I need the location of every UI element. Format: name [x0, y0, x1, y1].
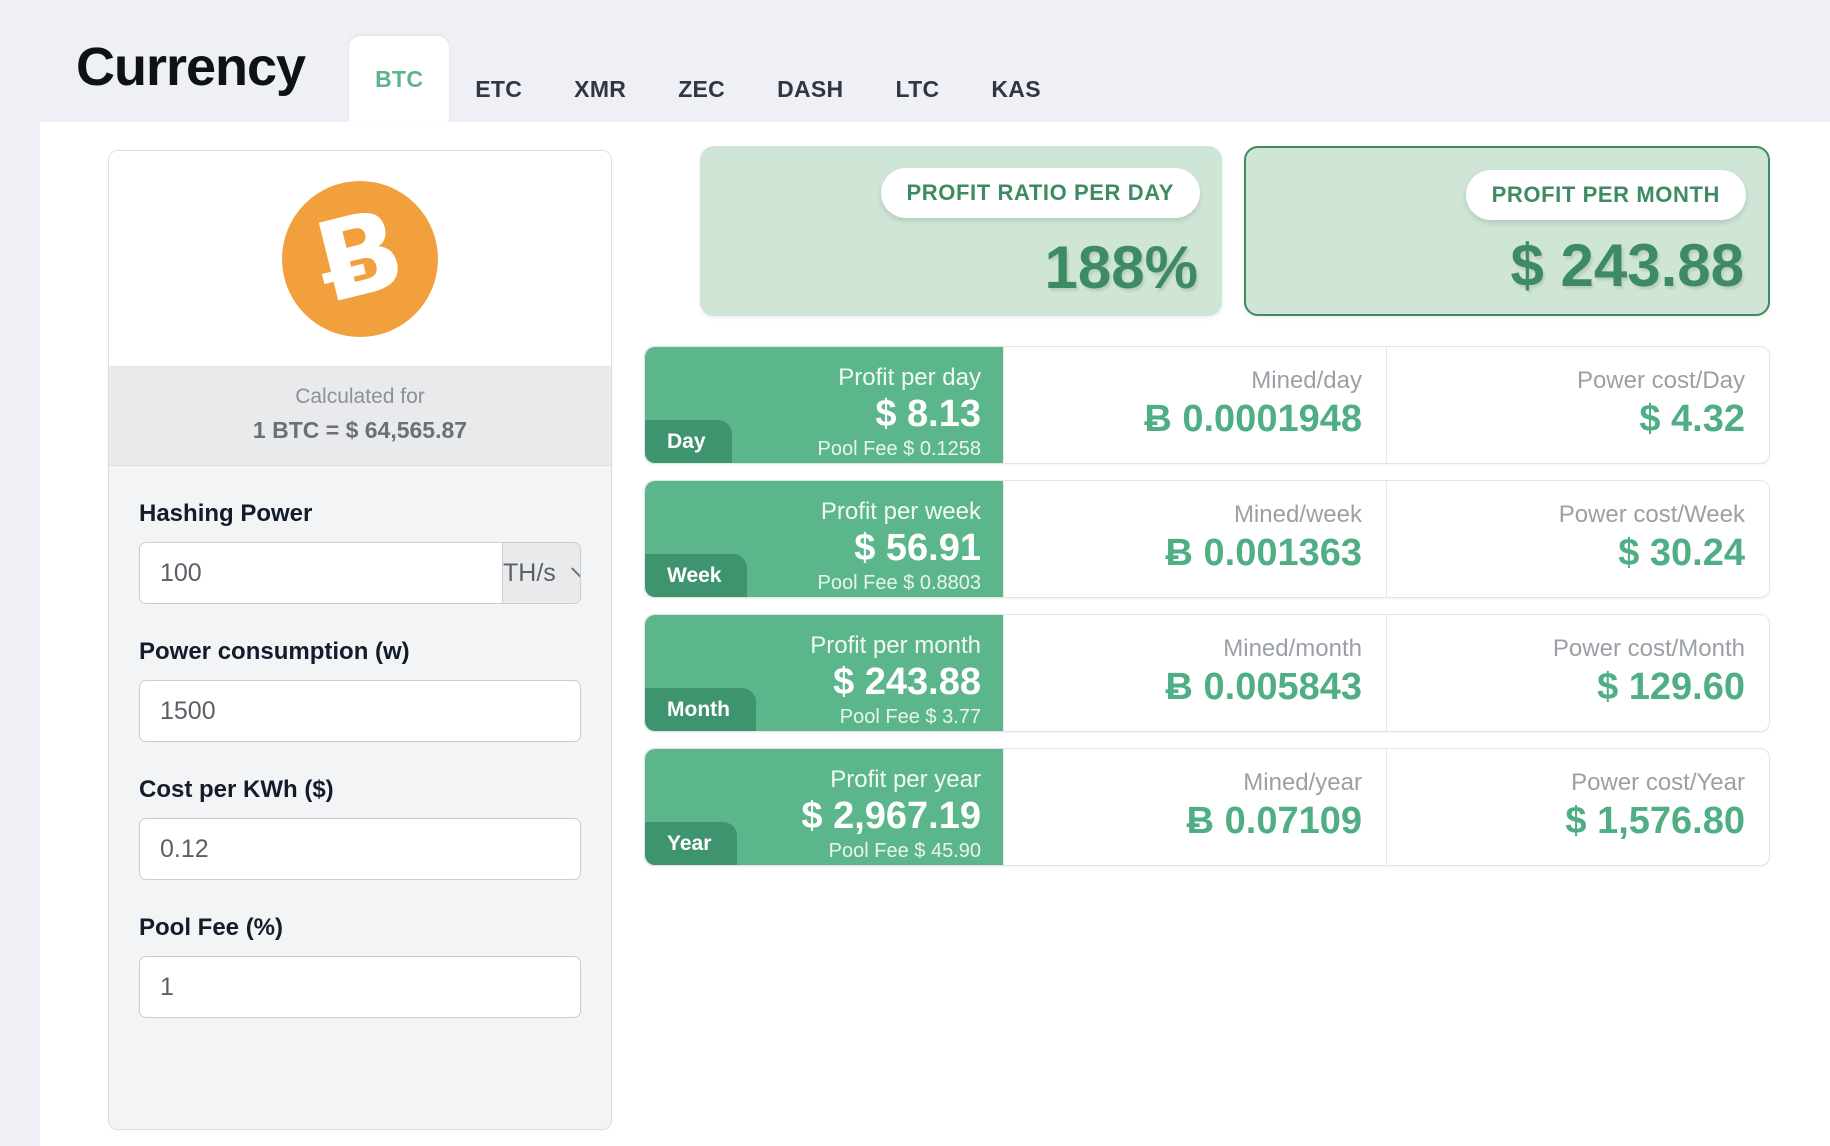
calculator-form: Hashing Power TH/s Power consumption (w) [109, 466, 611, 1018]
row-power-label: Power cost/Day [1576, 367, 1745, 394]
row-profit-label: Profit per year [830, 766, 981, 793]
currency-tab-list: BTC ETC XMR ZEC DASH LTC KAS [349, 0, 1067, 122]
calculated-for-block: Calculated for 1 BTC = $ 64,565.87 [109, 367, 611, 466]
tab-ltc[interactable]: LTC [869, 56, 965, 122]
row-profit-cell: Profit per month $ 243.88 Pool Fee $ 3.7… [645, 615, 1003, 731]
row-profit-label: Profit per month [810, 632, 981, 659]
tab-dash[interactable]: DASH [751, 56, 869, 122]
field-cost-per-kwh: Cost per KWh ($) [139, 776, 581, 880]
row-profit-cell: Profit per day $ 8.13 Pool Fee $ 0.1258 … [645, 347, 1003, 463]
chevron-down-icon [570, 558, 580, 579]
row-power-value: $ 30.24 [1618, 532, 1745, 575]
row-profit-cell: Profit per week $ 56.91 Pool Fee $ 0.880… [645, 481, 1003, 597]
kpi-card-list: PROFIT RATIO PER DAY 188% PROFIT PER MON… [660, 122, 1810, 316]
row-mined-value: Ƀ 0.005843 [1165, 666, 1363, 709]
row-mined-label: Mined/day [1251, 367, 1362, 394]
tab-kas[interactable]: KAS [965, 56, 1066, 122]
coin-logo-box: Ƀ [109, 151, 611, 367]
kpi-card-profit-ratio-per-day: PROFIT RATIO PER DAY 188% [700, 146, 1222, 316]
row-power-label: Power cost/Month [1552, 635, 1745, 662]
period-badge-week: Week [645, 553, 748, 597]
row-profit-label: Profit per week [820, 498, 981, 525]
content-panel: Ƀ Calculated for 1 BTC = $ 64,565.87 Has… [40, 122, 1830, 1146]
field-pool-fee: Pool Fee (%) [139, 914, 581, 1018]
row-mined-cell: Mined/month Ƀ 0.005843 [1003, 615, 1386, 731]
kpi-value-profit-per-month: $ 243.88 [1510, 232, 1744, 299]
kpi-value-profit-ratio-per-day: 188% [1044, 234, 1198, 301]
row-power-cell: Power cost/Day $ 4.32 [1386, 347, 1769, 463]
row-mined-label: Mined/week [1233, 501, 1362, 528]
row-mined-label: Mined/month [1223, 635, 1362, 662]
table-row: Profit per day $ 8.13 Pool Fee $ 0.1258 … [644, 346, 1770, 464]
hashing-unit-select[interactable]: TH/s [502, 543, 580, 603]
row-power-cell: Power cost/Month $ 129.60 [1386, 615, 1769, 731]
period-row-list: Profit per day $ 8.13 Pool Fee $ 0.1258 … [644, 316, 1810, 866]
row-power-value: $ 4.32 [1639, 398, 1745, 441]
row-profit-cell: Profit per year $ 2,967.19 Pool Fee $ 45… [645, 749, 1003, 865]
row-power-value: $ 129.60 [1597, 666, 1745, 709]
power-consumption-label: Power consumption (w) [139, 638, 410, 665]
tab-zec[interactable]: ZEC [652, 56, 751, 122]
kpi-badge-profit-per-month: PROFIT PER MONTH [1465, 170, 1746, 220]
table-row: Profit per year $ 2,967.19 Pool Fee $ 45… [644, 748, 1770, 866]
tab-xmr[interactable]: XMR [548, 56, 652, 122]
row-mined-cell: Mined/year Ƀ 0.07109 [1003, 749, 1386, 865]
bitcoin-glyph: Ƀ [303, 183, 417, 328]
row-mined-label: Mined/year [1243, 769, 1362, 796]
hashing-power-input[interactable] [140, 543, 502, 603]
cost-per-kwh-input[interactable] [139, 818, 581, 880]
calculated-for-label: Calculated for [295, 385, 425, 408]
cost-per-kwh-label: Cost per KWh ($) [139, 776, 334, 803]
results-area: PROFIT RATIO PER DAY 188% PROFIT PER MON… [644, 122, 1810, 1146]
row-power-cell: Power cost/Year $ 1,576.80 [1386, 749, 1769, 865]
pool-fee-label: Pool Fee (%) [139, 914, 284, 941]
hashing-power-label: Hashing Power [139, 500, 313, 527]
row-power-label: Power cost/Year [1571, 769, 1745, 796]
row-power-cell: Power cost/Week $ 30.24 [1386, 481, 1769, 597]
page-title: Currency [76, 37, 306, 97]
tab-btc[interactable]: BTC [349, 36, 450, 122]
app-root: Currency BTC ETC XMR ZEC DASH LTC KAS Ƀ … [0, 0, 1830, 1146]
kpi-badge-profit-ratio-per-day: PROFIT RATIO PER DAY [880, 168, 1200, 218]
field-power-consumption: Power consumption (w) [139, 638, 581, 742]
header-bar: Currency BTC ETC XMR ZEC DASH LTC KAS [0, 0, 1830, 122]
row-mined-cell: Mined/day Ƀ 0.0001948 [1003, 347, 1386, 463]
bitcoin-icon: Ƀ [282, 180, 438, 337]
row-power-label: Power cost/Week [1558, 501, 1745, 528]
hashing-power-row: TH/s [139, 542, 581, 604]
exchange-rate-value: 1 BTC = $ 64,565.87 [252, 416, 468, 443]
field-hashing-power: Hashing Power TH/s [139, 500, 581, 604]
row-mined-cell: Mined/week Ƀ 0.001363 [1003, 481, 1386, 597]
pool-fee-input[interactable] [139, 956, 581, 1018]
row-profit-label: Profit per day [838, 364, 981, 391]
row-mined-value: Ƀ 0.001363 [1165, 532, 1363, 575]
kpi-card-profit-per-month: PROFIT PER MONTH $ 243.88 [1244, 146, 1770, 316]
table-row: Profit per month $ 243.88 Pool Fee $ 3.7… [644, 614, 1770, 732]
table-row: Profit per week $ 56.91 Pool Fee $ 0.880… [644, 480, 1770, 598]
tab-etc[interactable]: ETC [449, 56, 548, 122]
power-consumption-input[interactable] [139, 680, 581, 742]
calculator-card: Ƀ Calculated for 1 BTC = $ 64,565.87 Has… [108, 150, 612, 1130]
row-power-value: $ 1,576.80 [1565, 800, 1745, 843]
row-mined-value: Ƀ 0.0001948 [1144, 398, 1362, 441]
period-badge-year: Year [645, 821, 738, 865]
row-mined-value: Ƀ 0.07109 [1186, 800, 1362, 843]
hashing-unit-value: TH/s [503, 558, 556, 587]
period-badge-day: Day [645, 419, 732, 463]
period-badge-month: Month [645, 687, 756, 731]
